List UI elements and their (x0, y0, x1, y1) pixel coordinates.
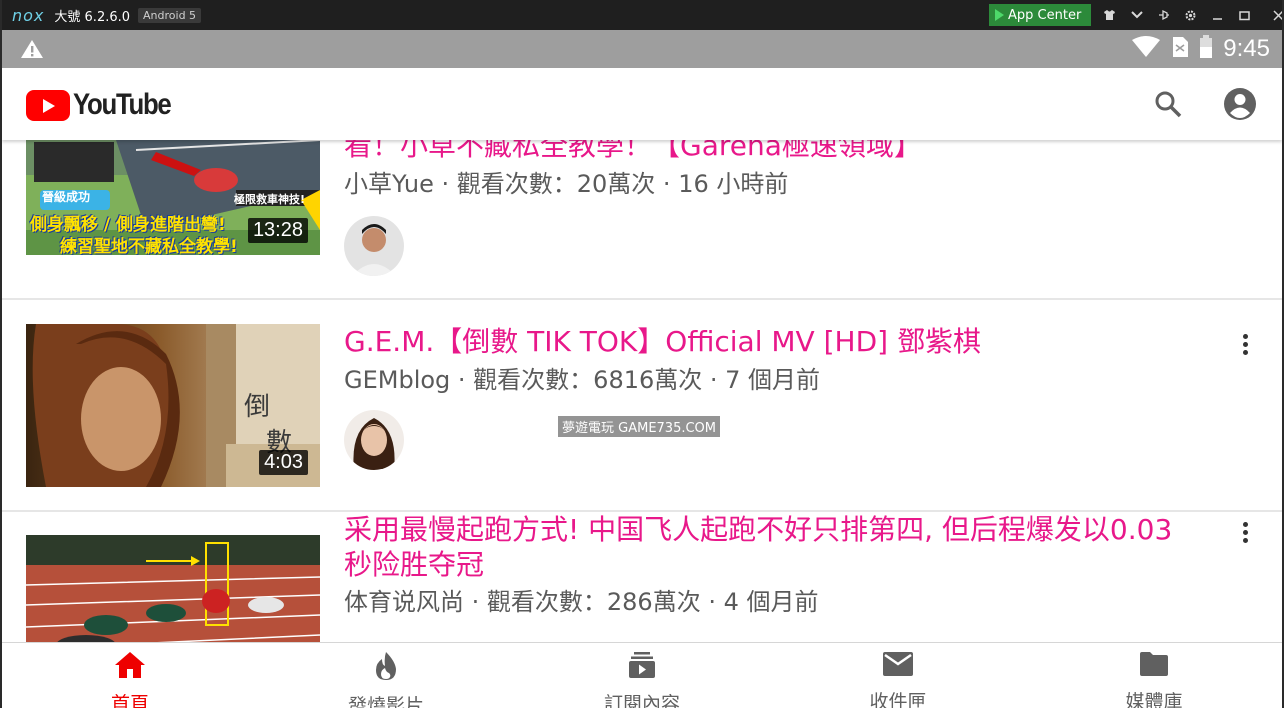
video-title[interactable]: 看！小草不藏私全教學！【Garena極速領域】 (344, 140, 1194, 163)
app-center-button[interactable]: App Center (989, 4, 1091, 26)
video-title[interactable]: G.E.M.【倒數 TIK TOK】Official MV [HD] 鄧紫棋 (344, 324, 1194, 359)
video-duration: 4:03 (259, 450, 308, 475)
video-feed[interactable]: 晉級成功 極限救車神技! 側身飄移 / 側身進階出彎! 練習聖地不藏私全教學! … (2, 140, 1282, 642)
android-status-bar: 9:45 (2, 30, 1282, 68)
more-options-icon[interactable] (1230, 324, 1260, 364)
nav-label: 收件匣 (869, 691, 927, 708)
warning-icon (20, 39, 44, 63)
emulator-window-controls (1096, 0, 1284, 30)
thumb-text-practice: 練習聖地不藏私全教學! (60, 237, 238, 255)
app-center-label: App Center (1008, 7, 1082, 23)
emulator-title: 大號 6.2.6.0 (54, 9, 131, 25)
video-item[interactable]: 晉級成功 極限救車神技! 側身飄移 / 側身進階出彎! 練習聖地不藏私全教學! … (2, 140, 1282, 300)
home-icon (114, 651, 146, 683)
bottom-navigation: 首頁 發燒影片 訂閱內容 收件匣 媒體庫 (2, 642, 1282, 708)
subscriptions-icon (628, 651, 656, 683)
video-meta: 体育说风尚 · 觀看次數：286萬次 · 4 個月前 (344, 588, 819, 616)
nav-trending[interactable]: 發燒影片 (258, 643, 514, 708)
channel-avatar[interactable] (344, 410, 404, 470)
nav-library[interactable]: 媒體庫 (1026, 643, 1282, 708)
nox-logo: nox (12, 5, 45, 25)
maximize-icon[interactable] (1231, 0, 1258, 30)
video-thumbnail[interactable] (26, 535, 320, 642)
youtube-logo-text: YouTube (73, 88, 172, 121)
nav-subscriptions[interactable]: 訂閱內容 (514, 643, 770, 708)
gear-icon[interactable] (1177, 0, 1204, 30)
fire-icon (373, 651, 399, 685)
youtube-play-icon (26, 89, 70, 121)
pin-icon[interactable] (1150, 0, 1177, 30)
shirt-icon[interactable] (1096, 0, 1123, 30)
battery-icon (1199, 35, 1213, 63)
video-thumbnail[interactable]: 倒 數 4:03 (26, 324, 320, 487)
minimize-icon[interactable] (1204, 0, 1231, 30)
chevron-down-icon[interactable] (1123, 0, 1150, 30)
youtube-logo[interactable]: YouTube (26, 88, 186, 122)
nav-label: 發燒影片 (347, 695, 424, 708)
site-watermark: 夢遊電玩 GAME735.COM (558, 416, 721, 437)
video-meta: GEMblog · 觀看次數：6816萬次 · 7 個月前 (344, 366, 821, 394)
android-version-badge: Android 5 (138, 7, 202, 23)
thumb-text-rescue: 極限救車神技! (234, 193, 306, 206)
thumb-text-countdown-1: 倒 (244, 392, 271, 422)
search-icon[interactable] (1150, 86, 1186, 122)
video-meta: 小草Yue · 觀看次數：20萬次 · 16 小時前 (344, 170, 789, 198)
nav-label: 媒體庫 (1125, 691, 1183, 708)
library-icon (1139, 651, 1169, 681)
no-sim-icon (1171, 36, 1189, 62)
video-thumbnail[interactable]: 晉級成功 極限救車神技! 側身飄移 / 側身進階出彎! 練習聖地不藏私全教學! … (26, 140, 320, 255)
wifi-icon (1131, 36, 1161, 62)
nav-label: 訂閱內容 (603, 693, 680, 708)
channel-avatar[interactable] (344, 216, 404, 276)
more-options-icon[interactable] (1230, 512, 1260, 552)
nav-home[interactable]: 首頁 (2, 643, 258, 708)
play-store-icon (995, 9, 1004, 21)
account-icon[interactable] (1222, 86, 1258, 122)
nav-label: 首頁 (110, 693, 149, 708)
thumb-text-level-up: 晉級成功 (42, 190, 91, 204)
inbox-icon (882, 651, 914, 681)
close-icon[interactable] (1258, 0, 1284, 30)
status-icons: 9:45 (1131, 30, 1270, 68)
status-clock: 9:45 (1223, 35, 1270, 62)
app-header: YouTube (2, 68, 1282, 140)
video-item[interactable]: 倒 數 4:03 G.E.M.【倒數 TIK TOK】Official MV [… (2, 300, 1282, 510)
youtube-app: YouTube 晉級成功 極限救車神技! 側身飄移 / 側身進階出彎! 練習聖地… (2, 68, 1282, 708)
video-title[interactable]: 采用最慢起跑方式! 中国飞人起跑不好只排第四, 但后程爆发以0.03秒险胜夺冠 (344, 512, 1194, 582)
nav-inbox[interactable]: 收件匣 (770, 643, 1026, 708)
video-duration: 13:28 (247, 218, 308, 243)
emulator-title-bar: nox 大號 6.2.6.0 Android 5 App Center (0, 0, 1284, 30)
video-item[interactable]: 采用最慢起跑方式! 中国飞人起跑不好只排第四, 但后程爆发以0.03秒险胜夺冠 … (2, 512, 1282, 642)
